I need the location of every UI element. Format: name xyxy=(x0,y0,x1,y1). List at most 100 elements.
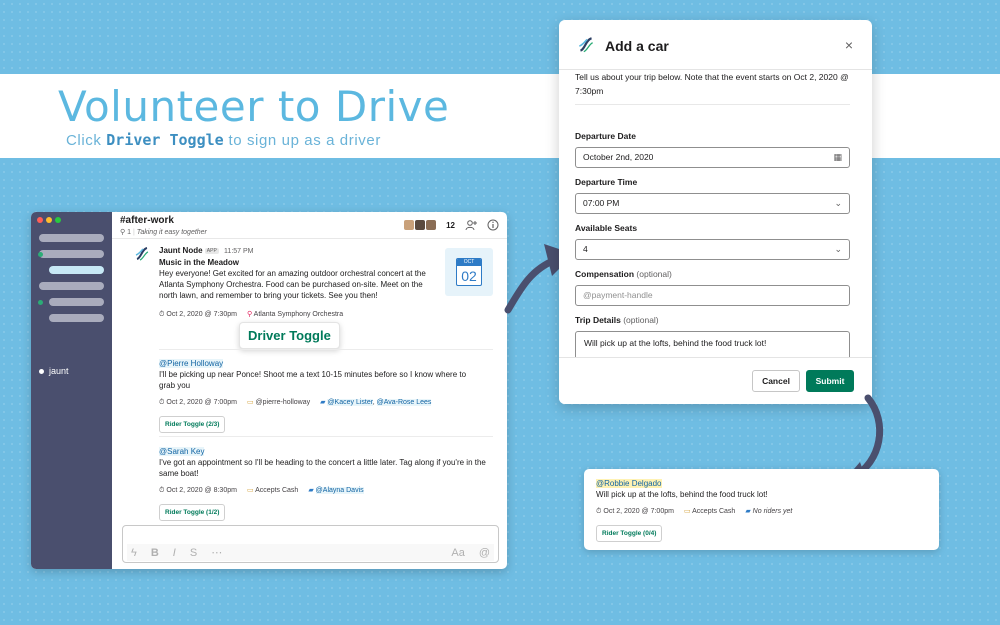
departure-time-select[interactable]: 07:00 PM ⌄ xyxy=(575,193,850,214)
sidebar-item[interactable] xyxy=(39,250,104,258)
cash-icon: ▭ xyxy=(246,487,254,494)
rider-mention[interactable]: @Kacey Lister xyxy=(327,399,373,406)
driver-when-text: Oct 2, 2020 @ 7:00pm xyxy=(166,399,237,406)
modal-title: Add a car xyxy=(605,38,669,54)
trip-details-label-text: Trip Details xyxy=(575,315,621,325)
sidebar: jaunt xyxy=(31,212,112,569)
channel-pane: #after-work ⚲ 1 | Taking it easy togethe… xyxy=(112,212,507,569)
sender-name[interactable]: Jaunt Node xyxy=(159,246,203,255)
driver-payment: ▭ Accepts Cash xyxy=(684,506,735,517)
driver-toggle-button[interactable]: Driver Toggle xyxy=(239,322,340,349)
channel-topic: Taking it easy together xyxy=(136,229,207,236)
seats-select[interactable]: 4 ⌄ xyxy=(575,239,850,260)
subtitle-code: Driver Toggle xyxy=(106,131,224,149)
driver-meta: ⏱ Oct 2, 2020 @ 8:30pm ▭ Accepts Cash ▰ … xyxy=(159,485,493,496)
jaunt-logo-icon[interactable] xyxy=(133,245,151,263)
modal-intro-text: Tell us about your trip below. Note that… xyxy=(575,72,849,96)
presence-dot xyxy=(38,300,43,305)
rider-toggle-button[interactable]: Rider Toggle (1/2) xyxy=(159,504,226,521)
channel-name[interactable]: #after-work xyxy=(120,215,207,226)
calendar-month: OCT xyxy=(457,259,481,266)
driver-note: I've got an appointment so I'll be headi… xyxy=(159,458,486,478)
composer-toolbar: ϟ B I S ⋯ Aa @ xyxy=(127,544,494,561)
rider-mention[interactable]: @Ava-Rose Lees xyxy=(376,399,432,406)
cash-icon: ▭ xyxy=(246,399,254,406)
calendar-tile: OCT 02 xyxy=(456,258,482,286)
submit-button[interactable]: Submit xyxy=(806,370,854,392)
compensation-input[interactable]: @payment-handle xyxy=(575,285,850,306)
minimize-dot[interactable] xyxy=(46,217,52,223)
location-pin-icon: ⚲ xyxy=(246,311,253,318)
trip-details-label: Trip Details (optional) xyxy=(575,315,659,325)
mention-button[interactable]: @ xyxy=(479,547,490,559)
bold-button[interactable]: B xyxy=(151,547,159,559)
maximize-dot[interactable] xyxy=(55,217,61,223)
add-car-modal: Add a car × Tell us about your trip belo… xyxy=(559,20,872,404)
sidebar-item-selected[interactable] xyxy=(49,266,104,274)
chat-window: jaunt #after-work ⚲ 1 | Taking it easy t… xyxy=(31,212,507,569)
driver-entry: @Robbie Delgado Will pick up at the loft… xyxy=(596,478,929,542)
driver-mention[interactable]: @Robbie Delgado xyxy=(596,479,662,488)
driver-payment: ▭ @pierre-holloway xyxy=(247,397,310,408)
driver-mention[interactable]: @Pierre Holloway xyxy=(159,359,224,368)
driver-note: Will pick up at the lofts, behind the fo… xyxy=(596,490,768,499)
driver-when-text: Oct 2, 2020 @ 8:30pm xyxy=(166,487,237,494)
calendar-picker-icon[interactable]: ▦ xyxy=(833,148,842,167)
hero-title: Volunteer to Drive xyxy=(58,82,450,131)
avatar xyxy=(415,220,426,230)
departure-date-field[interactable]: October 2nd, 2020 ▦ xyxy=(575,147,850,168)
window-controls xyxy=(37,217,61,223)
pin-count: 1 xyxy=(127,229,131,236)
driver-entry: @Sarah Key I've got an appointment so I'… xyxy=(159,446,493,521)
divider xyxy=(159,349,493,350)
status-dot xyxy=(39,368,44,374)
member-avatars[interactable] xyxy=(404,220,437,230)
rider-mention[interactable]: @Alayna Davis xyxy=(315,487,364,494)
car-icon: ▰ xyxy=(745,508,751,515)
sidebar-item[interactable] xyxy=(49,298,104,306)
message-composer[interactable]: ϟ B I S ⋯ Aa @ xyxy=(122,525,499,563)
cancel-button[interactable]: Cancel xyxy=(752,370,800,392)
add-member-icon[interactable] xyxy=(465,219,477,231)
italic-button[interactable]: I xyxy=(173,547,176,559)
close-dot[interactable] xyxy=(37,217,43,223)
chevron-down-icon: ⌄ xyxy=(834,244,842,254)
strikethrough-button[interactable]: S xyxy=(190,547,197,559)
driver-payment-text: @pierre-holloway xyxy=(255,399,311,406)
car-icon: ▰ xyxy=(308,487,314,494)
seats-label: Available Seats xyxy=(575,223,638,233)
jaunt-logo-icon xyxy=(579,37,593,53)
event-when: ⏱ Oct 2, 2020 @ 7:30pm xyxy=(159,311,237,318)
sidebar-item[interactable] xyxy=(39,282,104,290)
member-count[interactable]: 12 xyxy=(446,221,455,230)
more-icon[interactable]: ⋯ xyxy=(211,546,222,559)
rider-toggle-button[interactable]: Rider Toggle (0/4) xyxy=(596,525,663,542)
message-header: Jaunt Node APP 11:57 PM xyxy=(159,245,493,257)
driver-entry: @Pierre Holloway I'll be picking up near… xyxy=(159,358,493,433)
seats-value: 4 xyxy=(583,244,588,254)
close-icon[interactable]: × xyxy=(845,37,853,53)
calendar-icon: OCT 02 xyxy=(445,248,493,296)
sidebar-item[interactable] xyxy=(39,234,104,242)
departure-date-value: October 2nd, 2020 xyxy=(583,152,654,162)
format-button[interactable]: Aa xyxy=(451,547,464,559)
hero-subtitle: Click Driver Toggle to sign up as a driv… xyxy=(66,131,381,149)
chevron-down-icon: ⌄ xyxy=(834,198,842,208)
channel-meta: ⚲ 1 | Taking it easy together xyxy=(120,229,207,236)
rider-toggle-button[interactable]: Rider Toggle (2/3) xyxy=(159,416,226,433)
intro-divider xyxy=(575,104,850,105)
message-time[interactable]: 11:57 PM xyxy=(224,248,253,255)
event-where-text: Atlanta Symphony Orchestra xyxy=(253,311,344,318)
driver-when: ⏱ Oct 2, 2020 @ 7:00pm xyxy=(596,508,674,515)
lightning-icon[interactable]: ϟ xyxy=(131,547,137,559)
app-badge: APP xyxy=(204,248,219,254)
event-where: ⚲ Atlanta Symphony Orchestra xyxy=(247,309,343,320)
compensation-label-text: Compensation xyxy=(575,269,635,279)
subtitle-post: to sign up as a driver xyxy=(228,132,381,149)
pin-icon[interactable]: ⚲ xyxy=(120,229,125,236)
avatar xyxy=(404,220,415,230)
info-icon[interactable] xyxy=(487,219,499,231)
driver-mention[interactable]: @Sarah Key xyxy=(159,447,205,456)
sidebar-item-jaunt[interactable]: jaunt xyxy=(39,366,69,376)
sidebar-item[interactable] xyxy=(49,314,104,322)
